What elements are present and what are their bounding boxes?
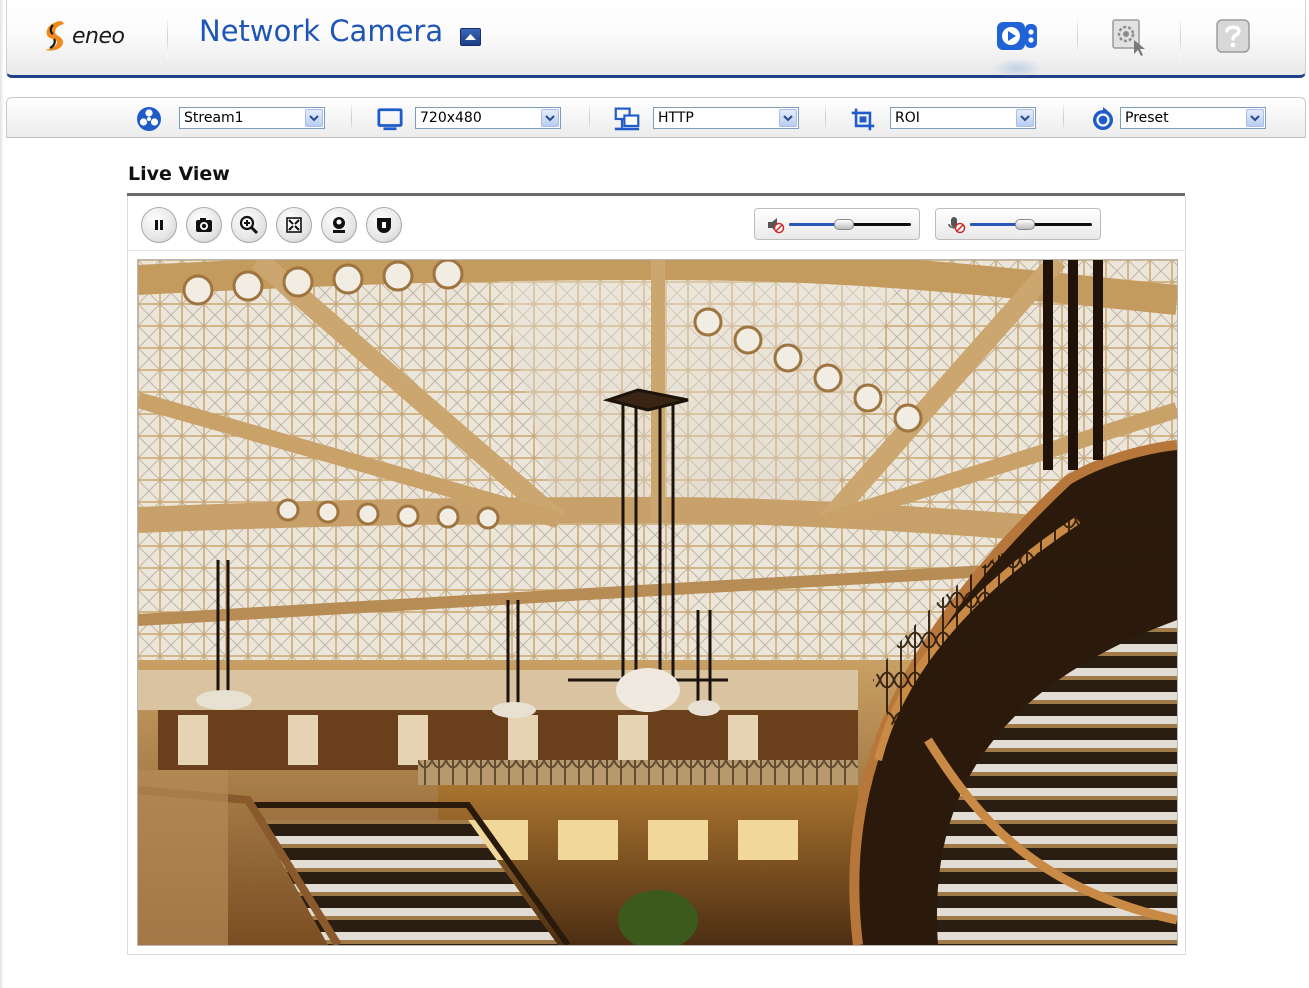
monitor-icon <box>377 106 403 132</box>
help-icon <box>1216 19 1250 53</box>
speaker-volume-thumb[interactable] <box>833 219 854 230</box>
digital-zoom-icon <box>239 215 259 235</box>
fullscreen-button[interactable] <box>276 207 312 243</box>
help-button[interactable] <box>1211 16 1255 56</box>
settings-icon <box>1112 19 1145 56</box>
chevron-down-icon <box>1016 109 1034 127</box>
page-title: Live View <box>128 163 230 185</box>
header-separator <box>1180 16 1181 58</box>
app-header: eneo Network Camera <box>6 0 1306 78</box>
settings-button[interactable] <box>1107 16 1151 56</box>
talk-button[interactable] <box>321 207 357 243</box>
pause-icon <box>155 220 163 230</box>
pause-button[interactable] <box>141 207 177 243</box>
chevron-down-icon <box>541 109 559 127</box>
header-separator <box>167 16 168 58</box>
preset-select-value: Preset <box>1125 110 1169 126</box>
speaker-mute-icon[interactable] <box>765 215 787 235</box>
stream-select[interactable]: Stream1 <box>179 107 325 129</box>
toolbar-separator <box>351 104 352 132</box>
speaker-volume-slider[interactable] <box>789 219 911 230</box>
live-view-button[interactable] <box>991 16 1043 78</box>
app-title: Network Camera <box>199 14 444 48</box>
record-icon <box>377 218 391 233</box>
snapshot-icon <box>196 218 212 232</box>
microphone-volume-thumb[interactable] <box>1014 219 1035 230</box>
chevron-down-icon <box>305 109 323 127</box>
network-icon <box>614 106 640 132</box>
stream-select-value: Stream1 <box>184 110 244 126</box>
toolbar-separator <box>825 104 826 132</box>
logo-mark-icon <box>45 21 64 51</box>
toolbar-separator <box>589 104 590 132</box>
roi-icon <box>850 106 876 132</box>
roi-select-value: ROI <box>895 110 920 126</box>
live-view-panel <box>127 196 1186 955</box>
page-edge <box>0 0 4 988</box>
digital-zoom-button[interactable] <box>231 207 267 243</box>
preset-icon <box>1090 106 1116 132</box>
microphone-volume-control <box>935 208 1101 240</box>
live-video-stream[interactable] <box>137 259 1178 946</box>
chevron-down-icon <box>1246 109 1264 127</box>
chevron-down-icon <box>779 109 797 127</box>
preset-select[interactable]: Preset <box>1120 107 1266 129</box>
toolbar-separator <box>1063 104 1064 132</box>
roi-select[interactable]: ROI <box>890 107 1036 129</box>
microphone-mute-icon[interactable] <box>946 215 968 235</box>
collapse-header-button[interactable] <box>460 28 481 46</box>
eneo-logo[interactable]: eneo <box>41 16 125 56</box>
header-separator <box>1077 16 1078 58</box>
microphone-volume-slider[interactable] <box>970 219 1092 230</box>
record-button[interactable] <box>366 207 402 243</box>
logo-text: eneo <box>72 23 125 49</box>
fullscreen-icon <box>286 217 302 233</box>
stream-toolbar: Stream1 720x480 HTTP ROI Preset <box>6 97 1306 138</box>
snapshot-button[interactable] <box>186 207 222 243</box>
protocol-select[interactable]: HTTP <box>653 107 799 129</box>
live-view-icon <box>997 22 1037 50</box>
talk-icon <box>333 217 345 233</box>
speaker-volume-control <box>754 208 920 240</box>
video-control-bar <box>128 196 1185 251</box>
resolution-select-value: 720x480 <box>420 110 482 126</box>
stream-icon <box>136 106 162 132</box>
resolution-select[interactable]: 720x480 <box>415 107 561 129</box>
protocol-select-value: HTTP <box>658 110 694 126</box>
chevron-up-icon <box>465 34 476 40</box>
camera-feed-image <box>138 260 1177 945</box>
